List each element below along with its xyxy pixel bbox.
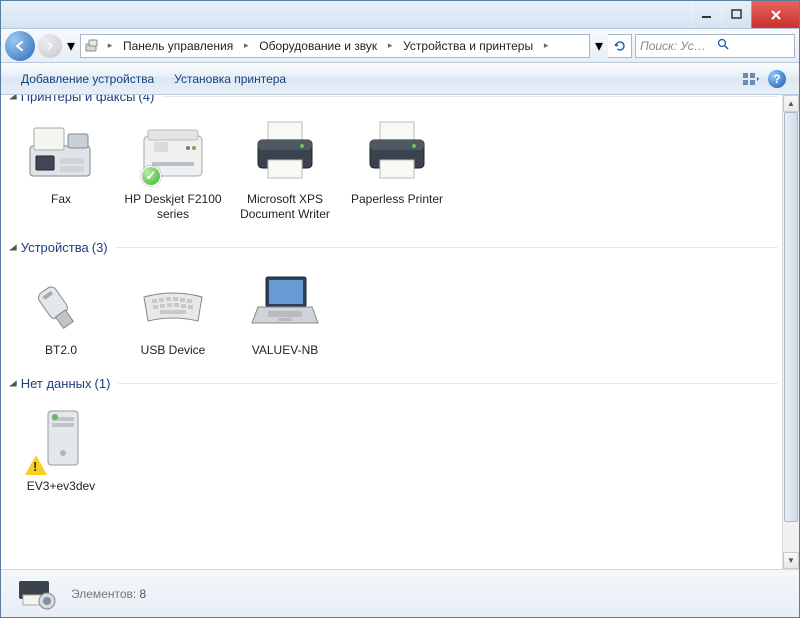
chevron-right-icon[interactable]: ▸ [103, 35, 117, 57]
device-label: VALUEV-NB [252, 343, 318, 358]
close-button[interactable] [751, 1, 799, 28]
laptop-icon [245, 265, 325, 339]
device-label: Microsoft XPS Document Writer [235, 192, 335, 222]
status-bar: Элементов: 8 [1, 569, 799, 617]
status-count: 8 [140, 587, 147, 601]
device-item[interactable]: Microsoft XPS Document Writer [233, 108, 337, 228]
vertical-scrollbar[interactable]: ▲ ▼ [782, 95, 799, 569]
search-placeholder: Поиск: Устройства ... [640, 39, 713, 53]
refresh-button[interactable] [608, 34, 632, 58]
collapse-caret-icon: ◢ [9, 379, 17, 388]
mfp-printer-icon: ✓ [133, 114, 213, 188]
search-input[interactable]: Поиск: Устройства ... [635, 34, 795, 58]
group-title: Принтеры и факсы [21, 95, 136, 104]
collapse-caret-icon: ◢ [9, 95, 17, 101]
view-options-button[interactable] [739, 67, 763, 91]
device-label: HP Deskjet F2100 series [123, 192, 223, 222]
group-header[interactable]: ◢ Устройства (3) [9, 234, 778, 259]
device-label: USB Device [141, 343, 206, 358]
help-icon: ? [768, 70, 786, 88]
add-printer-button[interactable]: Установка принтера [164, 72, 296, 86]
nav-history-dropdown[interactable]: ▾ [65, 36, 77, 56]
device-item[interactable]: Paperless Printer [345, 108, 449, 228]
back-button[interactable] [5, 31, 35, 61]
status-label: Элементов: [71, 587, 136, 601]
forward-button[interactable] [38, 34, 62, 58]
keyboard-icon [133, 265, 213, 339]
help-button[interactable]: ? [765, 67, 789, 91]
minimize-button[interactable] [691, 1, 721, 28]
computer-tower-icon [21, 401, 101, 475]
device-item[interactable]: VALUEV-NB [233, 259, 337, 364]
chevron-right-icon[interactable]: ▸ [239, 35, 253, 57]
device-label: EV3+ev3dev [27, 479, 95, 494]
device-label: Paperless Printer [351, 192, 443, 207]
device-label: Fax [51, 192, 71, 207]
breadcrumb-segment[interactable]: Панель управления [117, 35, 239, 57]
add-device-button[interactable]: Добавление устройства [11, 72, 164, 86]
status-text: Элементов: 8 [71, 587, 146, 601]
collapse-caret-icon: ◢ [9, 243, 17, 252]
device-item[interactable]: USB Device [121, 259, 225, 364]
titlebar [1, 1, 799, 29]
maximize-button[interactable] [721, 1, 751, 28]
breadcrumb-segment[interactable]: Оборудование и звук [253, 35, 383, 57]
content-area: ◢ Принтеры и факсы (4) [1, 95, 782, 569]
usb-dongle-icon [21, 265, 101, 339]
default-badge-icon: ✓ [141, 166, 161, 186]
group-count: (4) [138, 95, 154, 104]
group-title: Устройства [21, 240, 89, 255]
device-item[interactable]: ✓ HP Deskjet F2100 series [121, 108, 225, 228]
device-item[interactable]: BT2.0 [9, 259, 113, 364]
group-header[interactable]: ◢ Нет данных (1) [9, 370, 778, 395]
window: ▾ ▸ Панель управления ▸ Оборудование и з… [0, 0, 800, 618]
printer-icon [357, 114, 437, 188]
scroll-up-icon[interactable]: ▲ [783, 95, 799, 112]
group-count: (1) [94, 376, 110, 391]
group-header[interactable]: ◢ Принтеры и факсы (4) [9, 95, 778, 108]
printer-icon [245, 114, 325, 188]
devices-icon [81, 35, 103, 57]
warning-badge-icon [25, 455, 47, 475]
toolbar: Добавление устройства Установка принтера… [1, 63, 799, 95]
device-item[interactable]: Fax [9, 108, 113, 228]
device-item[interactable]: EV3+ev3dev [9, 395, 113, 500]
scroll-thumb[interactable] [784, 112, 798, 522]
group-title: Нет данных [21, 376, 92, 391]
search-icon[interactable] [717, 38, 790, 54]
chevron-right-icon[interactable]: ▸ [539, 35, 553, 57]
fax-icon [21, 114, 101, 188]
device-label: BT2.0 [45, 343, 77, 358]
breadcrumb-segment[interactable]: Устройства и принтеры [397, 35, 539, 57]
chevron-right-icon[interactable]: ▸ [383, 35, 397, 57]
group-count: (3) [92, 240, 108, 255]
scroll-down-icon[interactable]: ▼ [783, 552, 799, 569]
breadcrumb-dropdown[interactable]: ▾ [593, 36, 605, 56]
breadcrumb[interactable]: ▸ Панель управления ▸ Оборудование и зву… [80, 34, 590, 58]
devices-summary-icon [9, 574, 65, 614]
nav-bar: ▾ ▸ Панель управления ▸ Оборудование и з… [1, 29, 799, 63]
